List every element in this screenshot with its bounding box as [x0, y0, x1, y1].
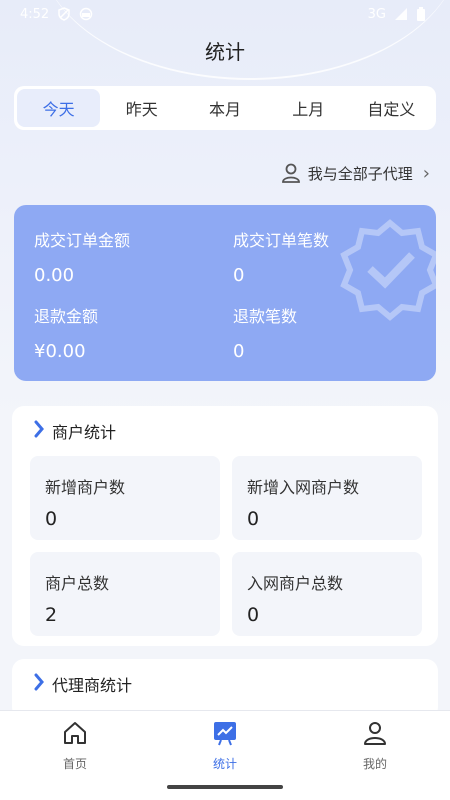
order-count-label: 成交订单笔数 — [233, 231, 330, 250]
chart-icon — [211, 719, 239, 751]
face-icon — [79, 7, 93, 21]
stat-value: 0 — [45, 508, 58, 530]
refund-amount-label: 退款金额 — [34, 307, 99, 326]
summary-card: 成交订单金额 0.00 成交订单笔数 0 退款金额 ¥0.00 退款笔数 0 — [14, 205, 436, 381]
stat-label: 商户总数 — [45, 574, 110, 593]
tab-today[interactable]: 今天 — [17, 89, 101, 127]
chevron-marker-icon — [34, 673, 44, 695]
stat-new-onboarded-merchants: 新增入网商户数 0 — [232, 456, 422, 540]
agent-filter-label: 我与全部子代理 — [307, 164, 413, 183]
nav-profile[interactable]: 我的 — [325, 719, 425, 779]
stat-label: 新增入网商户数 — [247, 478, 360, 497]
nav-home-label: 首页 — [62, 757, 87, 771]
date-range-tabs: 今天 昨天 本月 上月 自定义 — [14, 86, 436, 130]
tab-yesterday[interactable]: 昨天 — [100, 89, 183, 127]
stat-value: 0 — [247, 604, 260, 626]
shield-icon — [57, 7, 71, 21]
agent-stats-title: 代理商统计 — [52, 676, 133, 695]
signal-icon — [394, 7, 408, 21]
nav-profile-label: 我的 — [362, 757, 387, 771]
network-type: 3G — [367, 6, 386, 22]
user-icon — [361, 719, 389, 751]
stat-total-merchants: 商户总数 2 — [30, 552, 220, 636]
stat-value: 2 — [45, 604, 58, 626]
refund-count-label: 退款笔数 — [233, 307, 298, 326]
home-indicator[interactable] — [167, 785, 283, 789]
refund-amount-block: 退款金额 ¥0.00 — [34, 303, 98, 362]
section-header: 代理商统计 — [12, 659, 438, 709]
tab-this-month[interactable]: 本月 — [183, 89, 266, 127]
order-count-value: 0 — [233, 265, 245, 286]
stat-label: 入网商户总数 — [247, 574, 344, 593]
stat-label: 新增商户数 — [45, 478, 126, 497]
status-time: 4:52 — [20, 6, 50, 22]
refund-count-block: 退款笔数 0 — [233, 303, 297, 362]
home-icon — [61, 719, 89, 751]
nav-home[interactable]: 首页 — [25, 719, 125, 779]
order-amount-block: 成交订单金额 0.00 — [34, 227, 130, 286]
merchant-stats-section: 商户统计 新增商户数 0 新增入网商户数 0 商户总数 2 入网商户总数 0 — [12, 406, 438, 646]
agent-filter-button[interactable]: 我与全部子代理 › — [280, 160, 430, 186]
status-right: 3G — [368, 7, 430, 22]
order-amount-label: 成交订单金额 — [34, 231, 131, 250]
battery-icon — [416, 7, 430, 21]
chevron-marker-icon — [34, 420, 44, 442]
tab-last-month[interactable]: 上月 — [267, 89, 350, 127]
order-count-block: 成交订单笔数 0 — [233, 227, 329, 286]
stat-new-merchants: 新增商户数 0 — [30, 456, 220, 540]
badge-watermark-icon — [340, 219, 436, 321]
order-amount-value: 0.00 — [34, 265, 75, 286]
refund-amount-value: ¥0.00 — [34, 341, 86, 362]
nav-statistics[interactable]: 统计 — [175, 719, 275, 779]
chevron-right-icon: › — [422, 162, 430, 184]
stat-total-onboarded-merchants: 入网商户总数 0 — [232, 552, 422, 636]
stat-value: 0 — [247, 508, 260, 530]
refund-count-value: 0 — [233, 341, 245, 362]
page-title: 统计 — [205, 40, 245, 64]
user-icon — [280, 162, 302, 184]
section-header: 商户统计 — [12, 406, 438, 456]
status-bar: 4:52 3G — [0, 0, 450, 28]
status-left: 4:52 — [20, 7, 93, 22]
nav-statistics-label: 统计 — [212, 757, 237, 771]
merchant-stats-title: 商户统计 — [52, 423, 117, 442]
tab-custom[interactable]: 自定义 — [350, 89, 433, 127]
